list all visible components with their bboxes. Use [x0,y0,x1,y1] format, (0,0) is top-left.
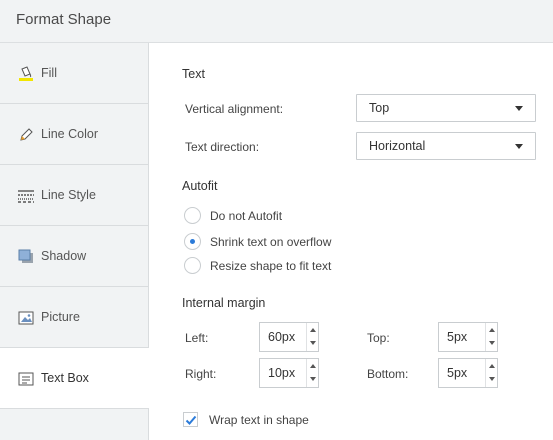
bottom-margin-label: Bottom: [367,367,409,381]
stepper-arrows [485,359,497,387]
text-box-icon [18,371,34,387]
shadow-icon [18,249,34,265]
radio-button[interactable] [184,233,201,250]
sidebar-item-label: Fill [41,66,57,80]
sidebar-item-label: Shadow [41,249,87,263]
top-margin-label: Top: [367,331,390,345]
sidebar-item-picture[interactable]: Picture [0,287,148,348]
text-direction-label: Text direction: [185,140,260,154]
sidebar-item-text-box[interactable]: Text Box [0,348,149,409]
sidebar-item-label: Text Box [41,371,89,385]
text-section-title: Text [182,67,205,81]
sidebar-item-label: Picture [41,310,80,324]
radio-button[interactable] [184,207,201,224]
top-margin-value: 5px [447,330,468,344]
increment-arrow-icon[interactable] [307,359,319,373]
vertical-alignment-label: Vertical alignment: [185,102,284,116]
right-margin-label: Right: [185,367,217,381]
chevron-down-icon [515,106,523,111]
sidebar-item-fill[interactable]: Fill [0,43,148,104]
decrement-arrow-icon[interactable] [486,373,498,387]
radio-label: Resize shape to fit text [210,259,332,273]
sidebar: Fill Line Color Line Style Shadow Pictur… [0,43,149,440]
stepper-arrows [306,323,318,351]
increment-arrow-icon[interactable] [486,359,498,373]
vertical-alignment-value: Top [369,101,390,115]
increment-arrow-icon[interactable] [307,323,319,337]
vertical-alignment-select[interactable]: Top [356,94,536,122]
left-margin-value: 60px [268,330,296,344]
autofit-section-title: Autofit [182,179,218,193]
stepper-arrows [306,359,318,387]
radio-label: Do not Autofit [210,209,283,223]
sidebar-item-line-style[interactable]: Line Style [0,165,148,226]
bottom-margin-stepper[interactable]: 5px [438,358,498,388]
text-box-settings-pane: Text Vertical alignment: Top Text direct… [149,43,553,440]
text-direction-value: Horizontal [369,139,426,153]
text-direction-select[interactable]: Horizontal [356,132,536,160]
wrap-text-label: Wrap text in shape [209,413,309,427]
left-margin-label: Left: [185,331,209,345]
stepper-arrows [485,323,497,351]
panel-header: Format Shape [0,0,553,43]
picture-icon [18,310,34,326]
radio-selected-dot [190,239,195,244]
fill-bucket-icon [18,66,34,82]
sidebar-item-line-color[interactable]: Line Color [0,104,148,165]
sidebar-item-label: Line Color [41,127,98,141]
line-style-icon [18,188,34,204]
right-margin-stepper[interactable]: 10px [259,358,319,388]
internal-margin-section-title: Internal margin [182,296,266,310]
sidebar-empty-area [0,409,148,440]
pencil-icon [18,127,34,143]
decrement-arrow-icon[interactable] [307,373,319,387]
increment-arrow-icon[interactable] [486,323,498,337]
chevron-down-icon [515,144,523,149]
panel-title: Format Shape [16,11,112,28]
left-margin-stepper[interactable]: 60px [259,322,319,352]
right-margin-value: 10px [268,366,296,380]
radio-label: Shrink text on overflow [210,235,332,249]
decrement-arrow-icon[interactable] [486,337,498,351]
wrap-text-checkbox[interactable] [183,412,198,427]
decrement-arrow-icon[interactable] [307,337,319,351]
top-margin-stepper[interactable]: 5px [438,322,498,352]
sidebar-item-shadow[interactable]: Shadow [0,226,148,287]
checkmark-icon [185,415,197,425]
radio-button[interactable] [184,257,201,274]
sidebar-item-label: Line Style [41,188,96,202]
bottom-margin-value: 5px [447,366,468,380]
